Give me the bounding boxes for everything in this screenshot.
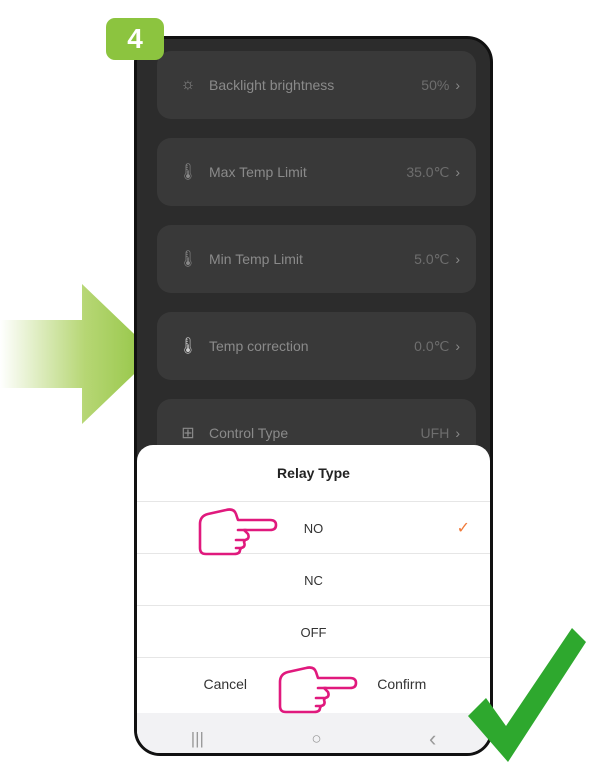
- recent-apps-icon[interactable]: |||: [191, 729, 204, 749]
- chevron-right-icon: ›: [455, 338, 460, 354]
- pointing-hand-icon: [278, 666, 358, 714]
- option-label: NO: [303, 520, 324, 536]
- setting-label: Min Temp Limit: [209, 251, 303, 267]
- success-check-icon: [468, 628, 586, 762]
- chevron-right-icon: ›: [455, 251, 460, 267]
- option-no[interactable]: NO ✓: [137, 501, 490, 554]
- setting-row-min-temp[interactable]: 🌡 Min Temp Limit 5.0℃ ›: [157, 225, 476, 293]
- setting-value: 35.0℃: [406, 163, 450, 180]
- home-icon[interactable]: ○: [311, 729, 321, 749]
- sheet-title: Relay Type: [277, 465, 350, 481]
- setting-value: 5.0℃: [414, 250, 450, 267]
- step-badge: 4: [106, 18, 164, 60]
- android-navbar: ||| ○ ‹: [137, 713, 490, 753]
- setting-row-temp-correction[interactable]: 🌡 Temp correction 0.0℃ ›: [157, 312, 476, 380]
- setting-value: 0.0℃: [414, 337, 450, 354]
- option-off[interactable]: OFF: [137, 605, 490, 658]
- setting-label: Max Temp Limit: [209, 164, 307, 180]
- setting-row-max-temp[interactable]: 🌡 Max Temp Limit 35.0℃ ›: [157, 138, 476, 206]
- setting-label: Control Type: [209, 425, 289, 441]
- chevron-right-icon: ›: [455, 425, 460, 441]
- chevron-right-icon: ›: [455, 164, 460, 180]
- option-label: OFF: [300, 624, 327, 640]
- setting-value: 50%: [421, 77, 450, 93]
- option-nc[interactable]: NC: [137, 553, 490, 606]
- thermometer-filled-icon: 🌡: [177, 338, 199, 355]
- setting-label: Temp correction: [209, 338, 309, 354]
- thermometer-icon: 🌡: [177, 251, 199, 268]
- checkmark-icon: ✓: [456, 520, 470, 537]
- pointing-hand-icon: [198, 508, 278, 556]
- thermometer-icon: 🌡: [177, 164, 199, 181]
- setting-label: Backlight brightness: [209, 77, 335, 93]
- option-label: NC: [304, 572, 323, 588]
- sun-icon: ☼: [180, 76, 196, 93]
- back-icon[interactable]: ‹: [429, 726, 436, 752]
- chevron-right-icon: ›: [455, 77, 460, 93]
- setting-value: UFH: [420, 425, 450, 441]
- setting-row-backlight[interactable]: ☼ Backlight brightness 50% ›: [157, 51, 476, 119]
- grid-icon: ⊞: [181, 425, 195, 442]
- phone-screen: ☼ Backlight brightness 50% › 🌡 Max Temp …: [134, 36, 493, 756]
